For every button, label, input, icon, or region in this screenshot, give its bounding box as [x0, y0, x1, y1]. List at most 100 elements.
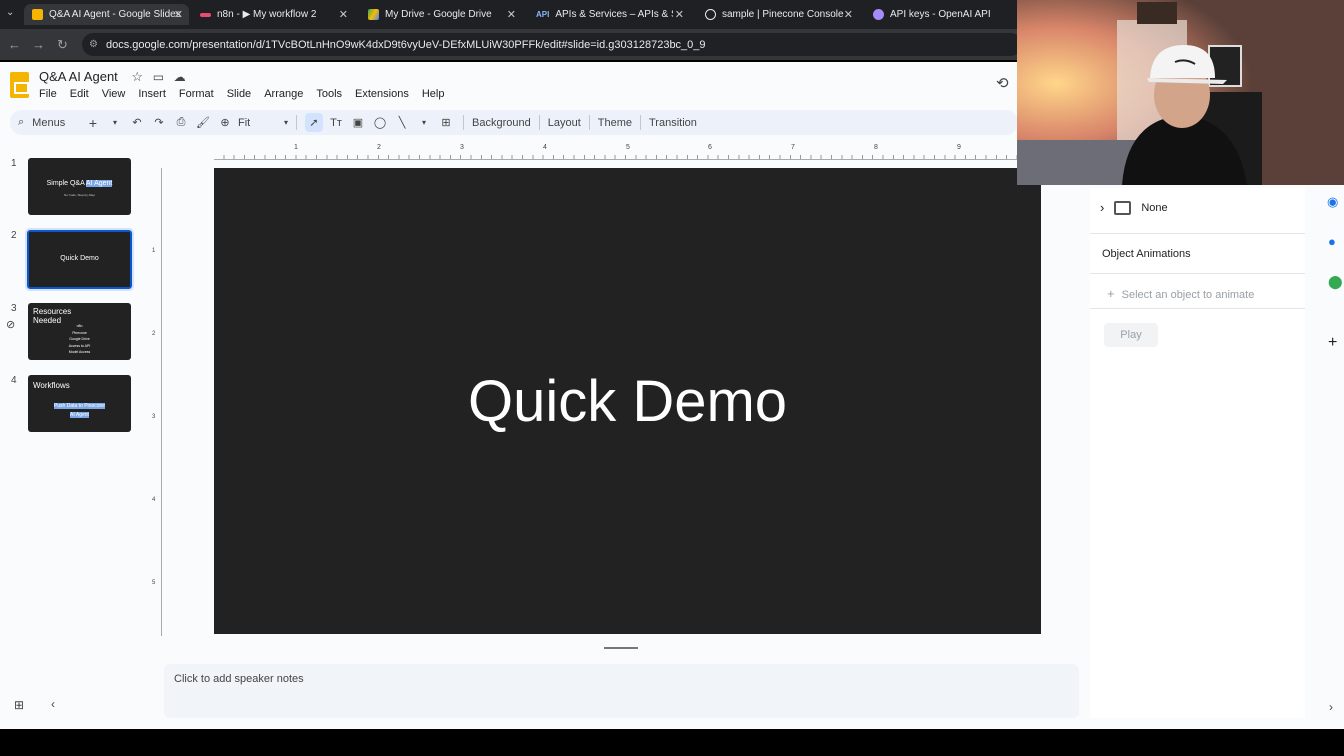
chevron-right-icon[interactable]: ›	[1100, 200, 1104, 215]
bottom-bar	[0, 729, 1344, 756]
select-tool-icon[interactable]: ➚	[305, 113, 323, 132]
ruler-label: 9	[957, 144, 961, 151]
url-field[interactable]: ⚙ docs.google.com/presentation/d/1TVcBOt…	[82, 33, 1022, 56]
search-menus[interactable]: ⌕ Menus	[18, 113, 80, 132]
shape-icon[interactable]: ◯	[371, 113, 389, 132]
tab-google-drive[interactable]: My Drive - Google Drive ✕	[360, 4, 522, 25]
new-slide-dropdown-icon[interactable]: ▾	[106, 113, 124, 132]
add-animation-button[interactable]: + Select an object to animate	[1107, 286, 1254, 301]
print-icon[interactable]: ⎙	[172, 113, 190, 132]
theme-button[interactable]: Theme	[598, 113, 632, 132]
play-button[interactable]: Play	[1104, 323, 1158, 347]
comment-icon[interactable]: ⊞	[437, 113, 455, 132]
image-icon[interactable]: ▣	[349, 113, 367, 132]
close-icon[interactable]: ✕	[339, 8, 348, 21]
slide-thumbnail-1[interactable]: Simple Q&A AI Agent No Code, Step-by-Ste…	[28, 158, 131, 215]
close-icon[interactable]: ✕	[507, 8, 516, 21]
slides-logo-icon[interactable]	[10, 72, 29, 98]
close-icon[interactable]: ✕	[675, 8, 684, 21]
n8n-icon	[200, 12, 211, 17]
version-history-icon[interactable]: ⟲	[996, 74, 1009, 92]
collapse-filmstrip-icon[interactable]: ‹	[51, 697, 55, 711]
ruler-label: 3	[152, 414, 156, 420]
redo-icon[interactable]: ↷	[150, 113, 168, 132]
drive-icon	[368, 9, 379, 20]
tab-openai[interactable]: API keys - OpenAI API	[865, 4, 1017, 25]
slide-thumbnail-2[interactable]: Quick Demo	[25, 228, 134, 291]
menu-insert[interactable]: Insert	[138, 88, 166, 100]
undo-icon[interactable]: ↶	[128, 113, 146, 132]
slide-number: 4	[11, 375, 17, 386]
site-info-icon[interactable]: ⚙	[89, 39, 98, 50]
zoom-icon[interactable]: ⊕	[216, 113, 234, 132]
tab-google-slides[interactable]: Q&A AI Agent - Google Slides ✕	[24, 4, 189, 25]
menu-extensions[interactable]: Extensions	[355, 88, 409, 100]
slide-thumbnail-3[interactable]: Resources Needed n8n Pinecone Google Dri…	[28, 303, 131, 360]
chevron-down-icon: ▾	[283, 118, 288, 127]
menu-help[interactable]: Help	[422, 88, 445, 100]
line-dropdown-icon[interactable]: ▾	[415, 113, 433, 132]
star-icon[interactable]: ☆	[131, 69, 143, 84]
reload-icon[interactable]: ↻	[57, 37, 68, 53]
ruler-label: 4	[543, 144, 547, 151]
menu-format[interactable]: Format	[179, 88, 214, 100]
menu-slide[interactable]: Slide	[227, 88, 251, 100]
text-box-icon[interactable]: Tт	[327, 113, 345, 132]
ruler-label: 1	[152, 248, 156, 254]
link-icon[interactable]: ⊘	[6, 318, 15, 331]
menu-view[interactable]: View	[102, 88, 126, 100]
api-icon: API	[536, 10, 550, 19]
maps-icon[interactable]: ⬤	[1328, 274, 1343, 290]
grid-view-icon[interactable]: ⊞	[14, 698, 24, 712]
contacts-icon[interactable]: ●	[1328, 234, 1336, 249]
document-title[interactable]: Q&A AI Agent ☆ ▭ ☁	[39, 69, 186, 85]
layout-button[interactable]: Layout	[548, 113, 581, 132]
back-icon[interactable]: ←	[8, 37, 21, 52]
add-addon-icon[interactable]: +	[1328, 334, 1337, 352]
slide-thumb-subtitle: No Code, Step-by-Step	[63, 193, 96, 197]
chevron-right-icon[interactable]: ›	[1329, 700, 1333, 714]
menu-file[interactable]: File	[39, 88, 57, 100]
move-folder-icon[interactable]: ▭	[153, 70, 164, 84]
line-icon[interactable]: ╲	[393, 113, 411, 132]
speaker-notes[interactable]: Click to add speaker notes	[164, 664, 1079, 718]
transition-value: None	[1141, 201, 1168, 214]
background-button[interactable]: Background	[472, 113, 531, 132]
slide-canvas[interactable]: Quick Demo	[214, 168, 1041, 634]
tab-apis-services[interactable]: API APIs & Services – APIs & Servic ✕	[528, 4, 690, 25]
slide-thumb-title: Workflows	[33, 381, 70, 390]
menu-tools[interactable]: Tools	[316, 88, 342, 100]
toolbar: ⌕ Menus + ▾ ↶ ↷ ⎙ 🖌 ⊕ Fit ▾ ➚ Tт ▣ ◯ ╲ ▾…	[10, 110, 1018, 135]
slide-number: 3	[11, 303, 17, 314]
menu-edit[interactable]: Edit	[70, 88, 89, 100]
ruler-label: 5	[152, 580, 156, 586]
ruler-label: 7	[791, 144, 795, 151]
slide-thumb-item: AI Agent	[70, 412, 89, 418]
plus-icon: +	[1107, 286, 1115, 301]
motion-panel: › None Object Animations + Select an obj…	[1090, 188, 1305, 718]
tasks-icon[interactable]: ◉	[1327, 194, 1338, 210]
tab-list-chevron-icon[interactable]: ⌄	[6, 7, 14, 18]
ruler-label: 5	[626, 144, 630, 151]
close-icon[interactable]: ✕	[844, 8, 853, 21]
zoom-select[interactable]: Fit ▾	[238, 113, 288, 132]
url-text: docs.google.com/presentation/d/1TVcBOtLn…	[106, 38, 706, 51]
object-animations-heading: Object Animations	[1102, 248, 1191, 260]
menu-arrange[interactable]: Arrange	[264, 88, 303, 100]
notes-resize-handle[interactable]	[604, 647, 638, 649]
paint-format-icon[interactable]: 🖌	[194, 113, 212, 132]
play-label: Play	[1120, 329, 1142, 341]
slide-thumbnail-4[interactable]: Workflows Push Data to Pinecone AI Agent	[28, 375, 131, 432]
forward-icon[interactable]: →	[32, 37, 45, 52]
slide-title[interactable]: Quick Demo	[468, 368, 787, 435]
tab-pinecone[interactable]: sample | Pinecone Console ✕	[697, 4, 859, 25]
tab-n8n[interactable]: n8n - ▶ My workflow 2 ✕	[192, 4, 354, 25]
tab-title: sample | Pinecone Console	[722, 9, 844, 20]
side-apps-rail: ◉ ● ⬤ + ›	[1322, 188, 1344, 718]
slide-thumb-highlight: AI Agent	[85, 180, 113, 187]
ruler-label: 1	[294, 144, 298, 151]
transition-button[interactable]: Transition	[649, 113, 697, 132]
new-slide-button[interactable]: +	[84, 113, 102, 132]
close-icon[interactable]: ✕	[174, 8, 183, 21]
transition-row[interactable]: › None	[1100, 200, 1168, 215]
